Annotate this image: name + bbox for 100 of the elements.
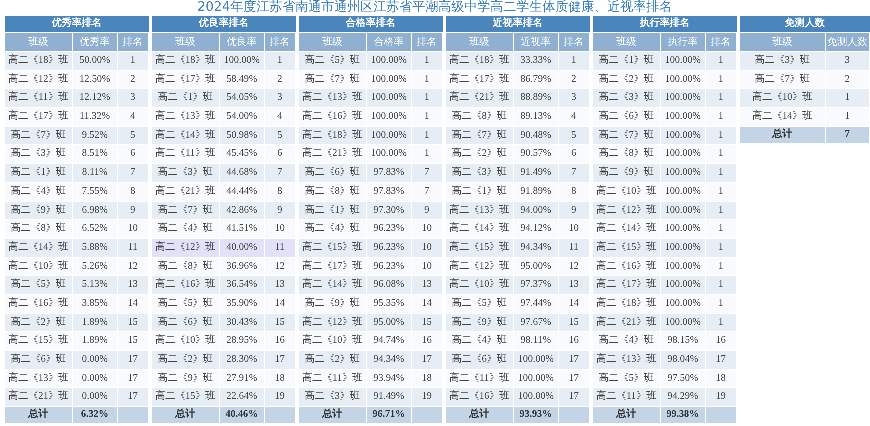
table-row[interactable]: 高二《10》班 28.95% 16 bbox=[152, 332, 296, 351]
table-row[interactable]: 高二《2》班 1.89% 15 bbox=[5, 314, 149, 332]
table-row[interactable]: 高二《6》班 100.00% 17 bbox=[446, 351, 590, 370]
table-row[interactable]: 高二《5》班 97.44% 14 bbox=[446, 294, 590, 314]
table-row[interactable]: 高二《17》班 58.49% 2 bbox=[152, 70, 296, 90]
table-row[interactable]: 高二《3》班 8.51% 6 bbox=[5, 145, 149, 164]
table-row[interactable]: 高二《18》班 100.00% 1 bbox=[299, 126, 443, 146]
table-row[interactable]: 高二《13》班 0.00% 17 bbox=[5, 370, 149, 388]
table-row[interactable]: 高二《2》班 90.57% 6 bbox=[446, 145, 590, 164]
table-row[interactable]: 高二《11》班 94.29% 19 bbox=[593, 388, 737, 408]
table-row[interactable]: 高二《6》班 30.43% 15 bbox=[152, 314, 296, 332]
table-row[interactable]: 高二《11》班 93.94% 18 bbox=[299, 370, 443, 388]
table-row[interactable]: 高二《21》班 0.00% 17 bbox=[5, 388, 149, 408]
table-row[interactable]: 高二《16》班 3.85% 14 bbox=[5, 294, 149, 314]
table-row[interactable]: 高二《7》班 100.00% 1 bbox=[593, 126, 737, 146]
table-row[interactable]: 高二《9》班 95.35% 14 bbox=[299, 294, 443, 314]
table-row[interactable]: 高二《12》班 95.00% 12 bbox=[446, 258, 590, 276]
table-row[interactable]: 高二《15》班 96.23% 10 bbox=[299, 238, 443, 258]
table-row[interactable]: 高二《1》班 97.30% 9 bbox=[299, 202, 443, 220]
table-row[interactable]: 高二《4》班 96.23% 10 bbox=[299, 220, 443, 239]
table-row[interactable]: 高二《8》班 89.13% 4 bbox=[446, 108, 590, 127]
table-row[interactable]: 高二《14》班 5.88% 11 bbox=[5, 238, 149, 258]
table-row[interactable]: 高二《2》班 28.30% 17 bbox=[152, 351, 296, 370]
table-row[interactable]: 高二《16》班 100.00% 17 bbox=[446, 388, 590, 408]
table-row[interactable]: 高二《5》班 97.50% 18 bbox=[593, 370, 737, 388]
table-row[interactable]: 高二《7》班 42.86% 9 bbox=[152, 202, 296, 220]
table-row[interactable]: 高二《21》班 100.00% 1 bbox=[593, 314, 737, 332]
table-row[interactable]: 高二《10》班 100.00% 1 bbox=[593, 182, 737, 202]
table-row[interactable]: 高二《13》班 100.00% 1 bbox=[299, 89, 443, 108]
table-row[interactable]: 高二《10》班 5.26% 12 bbox=[5, 258, 149, 276]
table-row[interactable]: 高二《6》班 0.00% 17 bbox=[5, 351, 149, 370]
table-row[interactable]: 高二《5》班 5.13% 13 bbox=[5, 276, 149, 295]
table-row[interactable]: 高二《18》班 100.00% 1 bbox=[593, 294, 737, 314]
table-row[interactable]: 高二《3》班 3 bbox=[740, 52, 870, 71]
table-row[interactable]: 高二《8》班 6.52% 10 bbox=[5, 220, 149, 239]
table-row[interactable]: 高二《16》班 36.54% 13 bbox=[152, 276, 296, 295]
table-row[interactable]: 高二《1》班 100.00% 1 bbox=[593, 52, 737, 71]
table-row[interactable]: 高二《13》班 54.00% 4 bbox=[152, 108, 296, 127]
table-row[interactable]: 高二《14》班 1 bbox=[740, 108, 870, 127]
table-row[interactable]: 高二《12》班 95.00% 15 bbox=[299, 314, 443, 332]
table-row[interactable]: 高二《5》班 100.00% 1 bbox=[299, 52, 443, 71]
table-row[interactable]: 高二《3》班 91.49% 7 bbox=[446, 164, 590, 183]
table-row[interactable]: 高二《10》班 97.37% 13 bbox=[446, 276, 590, 295]
table-row[interactable]: 高二《18》班 50.00% 1 bbox=[5, 52, 149, 71]
table-row[interactable]: 高二《12》班 40.00% 11 bbox=[152, 238, 296, 258]
table-row[interactable]: 高二《1》班 91.89% 8 bbox=[446, 182, 590, 202]
table-row[interactable]: 高二《3》班 100.00% 1 bbox=[593, 89, 737, 108]
table-row[interactable]: 高二《4》班 7.55% 8 bbox=[5, 182, 149, 202]
table-row[interactable]: 高二《8》班 100.00% 1 bbox=[593, 145, 737, 164]
table-row[interactable]: 高二《12》班 100.00% 1 bbox=[593, 202, 737, 220]
table-row[interactable]: 高二《9》班 97.67% 15 bbox=[446, 314, 590, 332]
table-row[interactable]: 高二《18》班 100.00% 1 bbox=[152, 52, 296, 71]
table-row[interactable]: 高二《15》班 100.00% 1 bbox=[593, 238, 737, 258]
table-row[interactable]: 高二《6》班 97.83% 7 bbox=[299, 164, 443, 183]
table-row[interactable]: 高二《15》班 94.34% 11 bbox=[446, 238, 590, 258]
table-row[interactable]: 高二《7》班 2 bbox=[740, 70, 870, 90]
table-row[interactable]: 高二《7》班 90.48% 5 bbox=[446, 126, 590, 146]
table-row[interactable]: 高二《15》班 22.64% 19 bbox=[152, 388, 296, 408]
table-row[interactable]: 高二《9》班 100.00% 1 bbox=[593, 164, 737, 183]
table-row[interactable]: 高二《21》班 100.00% 1 bbox=[299, 145, 443, 164]
table-row[interactable]: 高二《13》班 94.00% 9 bbox=[446, 202, 590, 220]
table-row[interactable]: 高二《11》班 100.00% 17 bbox=[446, 370, 590, 388]
table-row[interactable]: 高二《14》班 96.08% 13 bbox=[299, 276, 443, 295]
table-row[interactable]: 高二《4》班 98.11% 16 bbox=[446, 332, 590, 351]
table-row[interactable]: 高二《17》班 86.79% 2 bbox=[446, 70, 590, 90]
table-row[interactable]: 高二《18》班 33.33% 1 bbox=[446, 52, 590, 71]
table-row[interactable]: 高二《11》班 45.45% 6 bbox=[152, 145, 296, 164]
table-row[interactable]: 高二《21》班 44.44% 8 bbox=[152, 182, 296, 202]
table-row[interactable]: 高二《16》班 100.00% 1 bbox=[593, 258, 737, 276]
table-row[interactable]: 高二《21》班 88.89% 3 bbox=[446, 89, 590, 108]
table-row[interactable]: 高二《3》班 91.49% 19 bbox=[299, 388, 443, 408]
table-row[interactable]: 高二《4》班 41.51% 10 bbox=[152, 220, 296, 239]
table-row[interactable]: 高二《12》班 12.50% 2 bbox=[5, 70, 149, 90]
table-row[interactable]: 高二《2》班 100.00% 1 bbox=[593, 70, 737, 90]
table-row[interactable]: 高二《6》班 100.00% 1 bbox=[593, 108, 737, 127]
table-row[interactable]: 高二《15》班 1.89% 15 bbox=[5, 332, 149, 351]
table-row[interactable]: 高二《8》班 97.83% 7 bbox=[299, 182, 443, 202]
table-row[interactable]: 高二《11》班 12.12% 3 bbox=[5, 89, 149, 108]
table-row[interactable]: 高二《17》班 11.32% 4 bbox=[5, 108, 149, 127]
table-row[interactable]: 高二《13》班 98.04% 17 bbox=[593, 351, 737, 370]
table-row[interactable]: 高二《14》班 100.00% 1 bbox=[593, 220, 737, 239]
table-row[interactable]: 高二《10》班 1 bbox=[740, 89, 870, 108]
table-row[interactable]: 高二《10》班 94.74% 16 bbox=[299, 332, 443, 351]
total-cell-text: 99.38% bbox=[666, 408, 700, 422]
table-row[interactable]: 高二《16》班 100.00% 1 bbox=[299, 108, 443, 127]
table-row[interactable]: 高二《17》班 96.23% 10 bbox=[299, 258, 443, 276]
table-row[interactable]: 高二《7》班 9.52% 5 bbox=[5, 126, 149, 146]
table-row[interactable]: 高二《17》班 100.00% 1 bbox=[593, 276, 737, 295]
table-row[interactable]: 高二《8》班 36.96% 12 bbox=[152, 258, 296, 276]
table-row[interactable]: 高二《5》班 35.90% 14 bbox=[152, 294, 296, 314]
table-row[interactable]: 高二《14》班 50.98% 5 bbox=[152, 126, 296, 146]
table-row[interactable]: 高二《14》班 94.12% 10 bbox=[446, 220, 590, 239]
table-row[interactable]: 高二《1》班 8.11% 7 bbox=[5, 164, 149, 183]
table-row[interactable]: 高二《7》班 100.00% 1 bbox=[299, 70, 443, 90]
table-row[interactable]: 高二《9》班 27.91% 18 bbox=[152, 370, 296, 388]
table-row[interactable]: 高二《2》班 94.34% 17 bbox=[299, 351, 443, 370]
table-row[interactable]: 高二《3》班 44.68% 7 bbox=[152, 164, 296, 183]
table-row[interactable]: 高二《9》班 6.98% 9 bbox=[5, 202, 149, 220]
table-row[interactable]: 高二《1》班 54.05% 3 bbox=[152, 89, 296, 108]
table-row[interactable]: 高二《4》班 98.15% 16 bbox=[593, 332, 737, 351]
